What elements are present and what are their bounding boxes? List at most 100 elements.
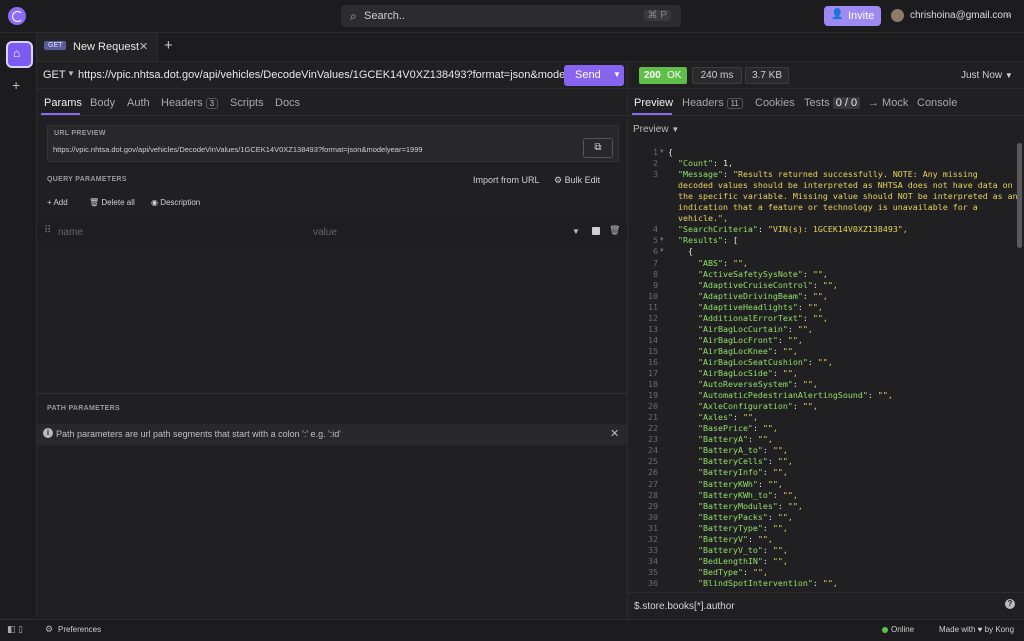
path-params-info: i Path parameters are url path segments … bbox=[37, 424, 627, 445]
chevron-down-icon[interactable]: ▼ bbox=[613, 70, 621, 79]
line-number: 33 bbox=[648, 544, 658, 555]
drag-handle-icon[interactable]: ⠿ bbox=[44, 225, 51, 236]
status-bar: ◧ ▯ ⚙ Preferences Online Made with ♥ by … bbox=[0, 619, 1024, 641]
invite-button[interactable]: 👤 Invite bbox=[824, 6, 881, 26]
status-code: 200 bbox=[644, 70, 661, 81]
sidebar-toggle-icon[interactable]: ◧ ▯ bbox=[7, 624, 23, 635]
tab-docs[interactable]: Docs bbox=[275, 97, 300, 109]
response-headers-count: 11 bbox=[726, 98, 743, 109]
chevron-down-icon[interactable]: ⌄ bbox=[1004, 9, 1012, 20]
url-input[interactable]: https://vpic.nhtsa.dot.gov/api/vehicles/… bbox=[78, 69, 620, 81]
line-number: 17 bbox=[648, 368, 658, 378]
code-line: "BedLengthIN": "", bbox=[697, 555, 788, 566]
code-line: vehicle.", bbox=[668, 213, 728, 224]
param-enabled-checkbox[interactable] bbox=[592, 227, 600, 235]
online-status: Online bbox=[891, 625, 915, 634]
gear-icon[interactable]: ⚙ bbox=[45, 624, 53, 635]
copy-icon[interactable]: ⧉ bbox=[583, 138, 613, 158]
close-icon[interactable]: ✕ bbox=[610, 427, 619, 440]
code-line: "BlindSpotIntervention": "", bbox=[697, 577, 838, 588]
query-params-title: QUERY PARAMETERS bbox=[47, 176, 127, 183]
tab-headers[interactable]: Headers 3 bbox=[161, 97, 219, 109]
line-number: 14 bbox=[648, 334, 658, 345]
search-bar[interactable]: ⌕ Search.. ⌘ P bbox=[341, 5, 681, 27]
new-tab-button[interactable]: + bbox=[164, 37, 173, 54]
tab-tests[interactable]: Tests 0 / 0 bbox=[804, 97, 861, 109]
chevron-down-icon: ▼ bbox=[671, 125, 680, 134]
fold-chevron-icon[interactable]: ▼ bbox=[660, 236, 664, 243]
delete-all-label: Delete all bbox=[101, 198, 135, 207]
response-header: 200 OK 240 ms 3.7 KB Just Now ▼ bbox=[628, 62, 1024, 89]
left-rail bbox=[0, 33, 37, 618]
search-icon: ⌕ bbox=[350, 9, 357, 23]
line-number: 18 bbox=[648, 379, 658, 390]
code-line: "AirBagLocCurtain": "", bbox=[697, 323, 813, 334]
preferences-link[interactable]: Preferences bbox=[58, 625, 101, 634]
logo-icon[interactable] bbox=[8, 7, 26, 25]
code-line: { bbox=[668, 147, 673, 157]
code-line: "BatteryModules": "", bbox=[697, 500, 803, 511]
tab-tests-label: Tests bbox=[804, 97, 830, 109]
response-time: 240 ms bbox=[692, 67, 742, 84]
tests-count: 0 / 0 bbox=[832, 97, 861, 109]
line-number: 19 bbox=[648, 390, 658, 401]
line-number: 11 bbox=[648, 301, 658, 312]
import-from-url-button[interactable]: Import from URL bbox=[473, 175, 540, 185]
param-value-input[interactable]: value bbox=[313, 227, 337, 238]
code-line: "AdaptiveDrivingBeam": "", bbox=[697, 290, 828, 301]
code-line: "AxleConfiguration": "", bbox=[697, 401, 818, 412]
method-select[interactable]: GET bbox=[43, 69, 66, 81]
response-body-viewer[interactable]: 1 ▼{2 "Count": 1, 3 "Message": "Results re… bbox=[628, 143, 1017, 591]
eye-icon: ◉ bbox=[151, 198, 161, 207]
code-line: "Count": 1, bbox=[678, 158, 733, 169]
tab-body[interactable]: Body bbox=[90, 97, 115, 109]
tab-console[interactable]: Console bbox=[917, 97, 957, 109]
line-number: 12 bbox=[648, 312, 658, 323]
description-toggle[interactable]: ◉ Description bbox=[151, 198, 200, 207]
line-number: 20 bbox=[648, 401, 658, 412]
line-number: 2 bbox=[653, 158, 658, 169]
response-timestamp[interactable]: Just Now ▼ bbox=[961, 70, 1013, 81]
line-number: 24 bbox=[648, 445, 658, 456]
home-button[interactable]: ⌂ bbox=[6, 41, 33, 68]
user-email[interactable]: chrishoina@gmail.com bbox=[910, 10, 1011, 21]
url-preview-box: URL PREVIEW https://vpic.nhtsa.dot.gov/a… bbox=[47, 125, 619, 162]
line-number: 28 bbox=[648, 489, 658, 500]
code-line: "ABS": "", bbox=[697, 257, 748, 268]
trash-icon[interactable]: 🗑 bbox=[609, 225, 620, 236]
help-icon[interactable]: ? bbox=[1005, 599, 1015, 609]
url-preview-value: https://vpic.nhtsa.dot.gov/api/vehicles/… bbox=[53, 145, 423, 154]
line-number: 25 bbox=[648, 456, 658, 467]
tab-response-headers[interactable]: Headers 11 bbox=[682, 97, 743, 109]
code-line: "BatteryV_to": "", bbox=[697, 544, 788, 555]
request-tab[interactable]: GET New Request ✕ bbox=[37, 33, 158, 61]
online-indicator bbox=[882, 627, 888, 633]
close-icon[interactable]: ✕ bbox=[139, 40, 148, 53]
chevron-down-icon[interactable]: ▼ bbox=[572, 227, 580, 236]
code-line: the specific variable. Missing value sho… bbox=[668, 191, 1017, 202]
search-label: Search.. bbox=[364, 10, 405, 22]
response-filter-input[interactable]: $.store.books[*].author bbox=[634, 601, 735, 612]
bulk-edit-button[interactable]: ⚙ Bulk Edit bbox=[554, 175, 600, 186]
tab-mock[interactable]: → Mock bbox=[868, 97, 908, 109]
param-name-input[interactable]: name bbox=[58, 227, 83, 238]
tab-auth[interactable]: Auth bbox=[127, 97, 150, 109]
request-tabs: Params Body Auth Headers 3 Scripts Docs bbox=[37, 89, 627, 116]
fold-chevron-icon[interactable]: ▼ bbox=[660, 247, 664, 254]
fold-chevron-icon[interactable]: ▼ bbox=[660, 148, 664, 155]
bulk-edit-icon: ⚙ bbox=[554, 175, 565, 185]
tab-params[interactable]: Params bbox=[44, 97, 82, 109]
send-button[interactable]: Send ▼ bbox=[564, 65, 624, 86]
avatar[interactable] bbox=[891, 9, 904, 22]
tab-scripts[interactable]: Scripts bbox=[230, 97, 264, 109]
scrollbar[interactable] bbox=[1017, 143, 1022, 248]
chevron-down-icon[interactable]: ▼ bbox=[67, 69, 75, 78]
plus-icon[interactable]: + bbox=[12, 77, 20, 93]
tab-preview[interactable]: Preview bbox=[634, 97, 673, 109]
tab-cookies[interactable]: Cookies bbox=[755, 97, 795, 109]
add-param-button[interactable]: + Add bbox=[47, 198, 68, 207]
chevron-down-icon: ▼ bbox=[1004, 71, 1013, 80]
status-text: OK bbox=[667, 70, 682, 81]
preview-mode-select[interactable]: Preview ▼ bbox=[633, 124, 679, 135]
delete-all-button[interactable]: 🗑 Delete all bbox=[89, 198, 135, 207]
